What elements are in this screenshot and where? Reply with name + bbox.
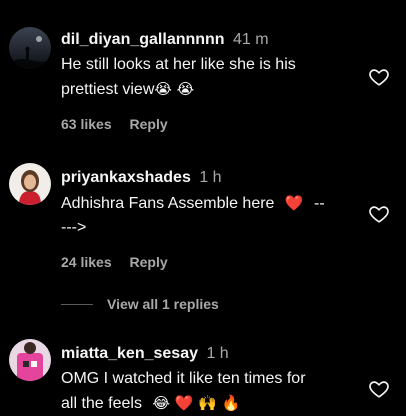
avatar[interactable]	[9, 339, 51, 381]
comment-text: OMG I watched it like ten times for all …	[61, 367, 362, 416]
comment-text-segment: all the feels	[61, 395, 142, 412]
pink-outfit-person-avatar-icon	[9, 339, 51, 381]
comment-header: miatta_ken_sesay 1 h	[61, 343, 362, 365]
comment-text-line: OMG I watched it like ten times for	[61, 370, 306, 387]
comment-time: 1 h	[206, 345, 229, 362]
comment-text-line: all the feels 😂 ❤️ 🙌 🔥	[61, 391, 362, 416]
comment-item: miatta_ken_sesay 1 h OMG I watched it li…	[0, 0, 406, 412]
like-heart-icon[interactable]	[368, 378, 390, 400]
reaction-emojis-icon: 😂 ❤️ 🙌 🔥	[152, 394, 241, 412]
username-link[interactable]: miatta_ken_sesay	[61, 345, 198, 362]
